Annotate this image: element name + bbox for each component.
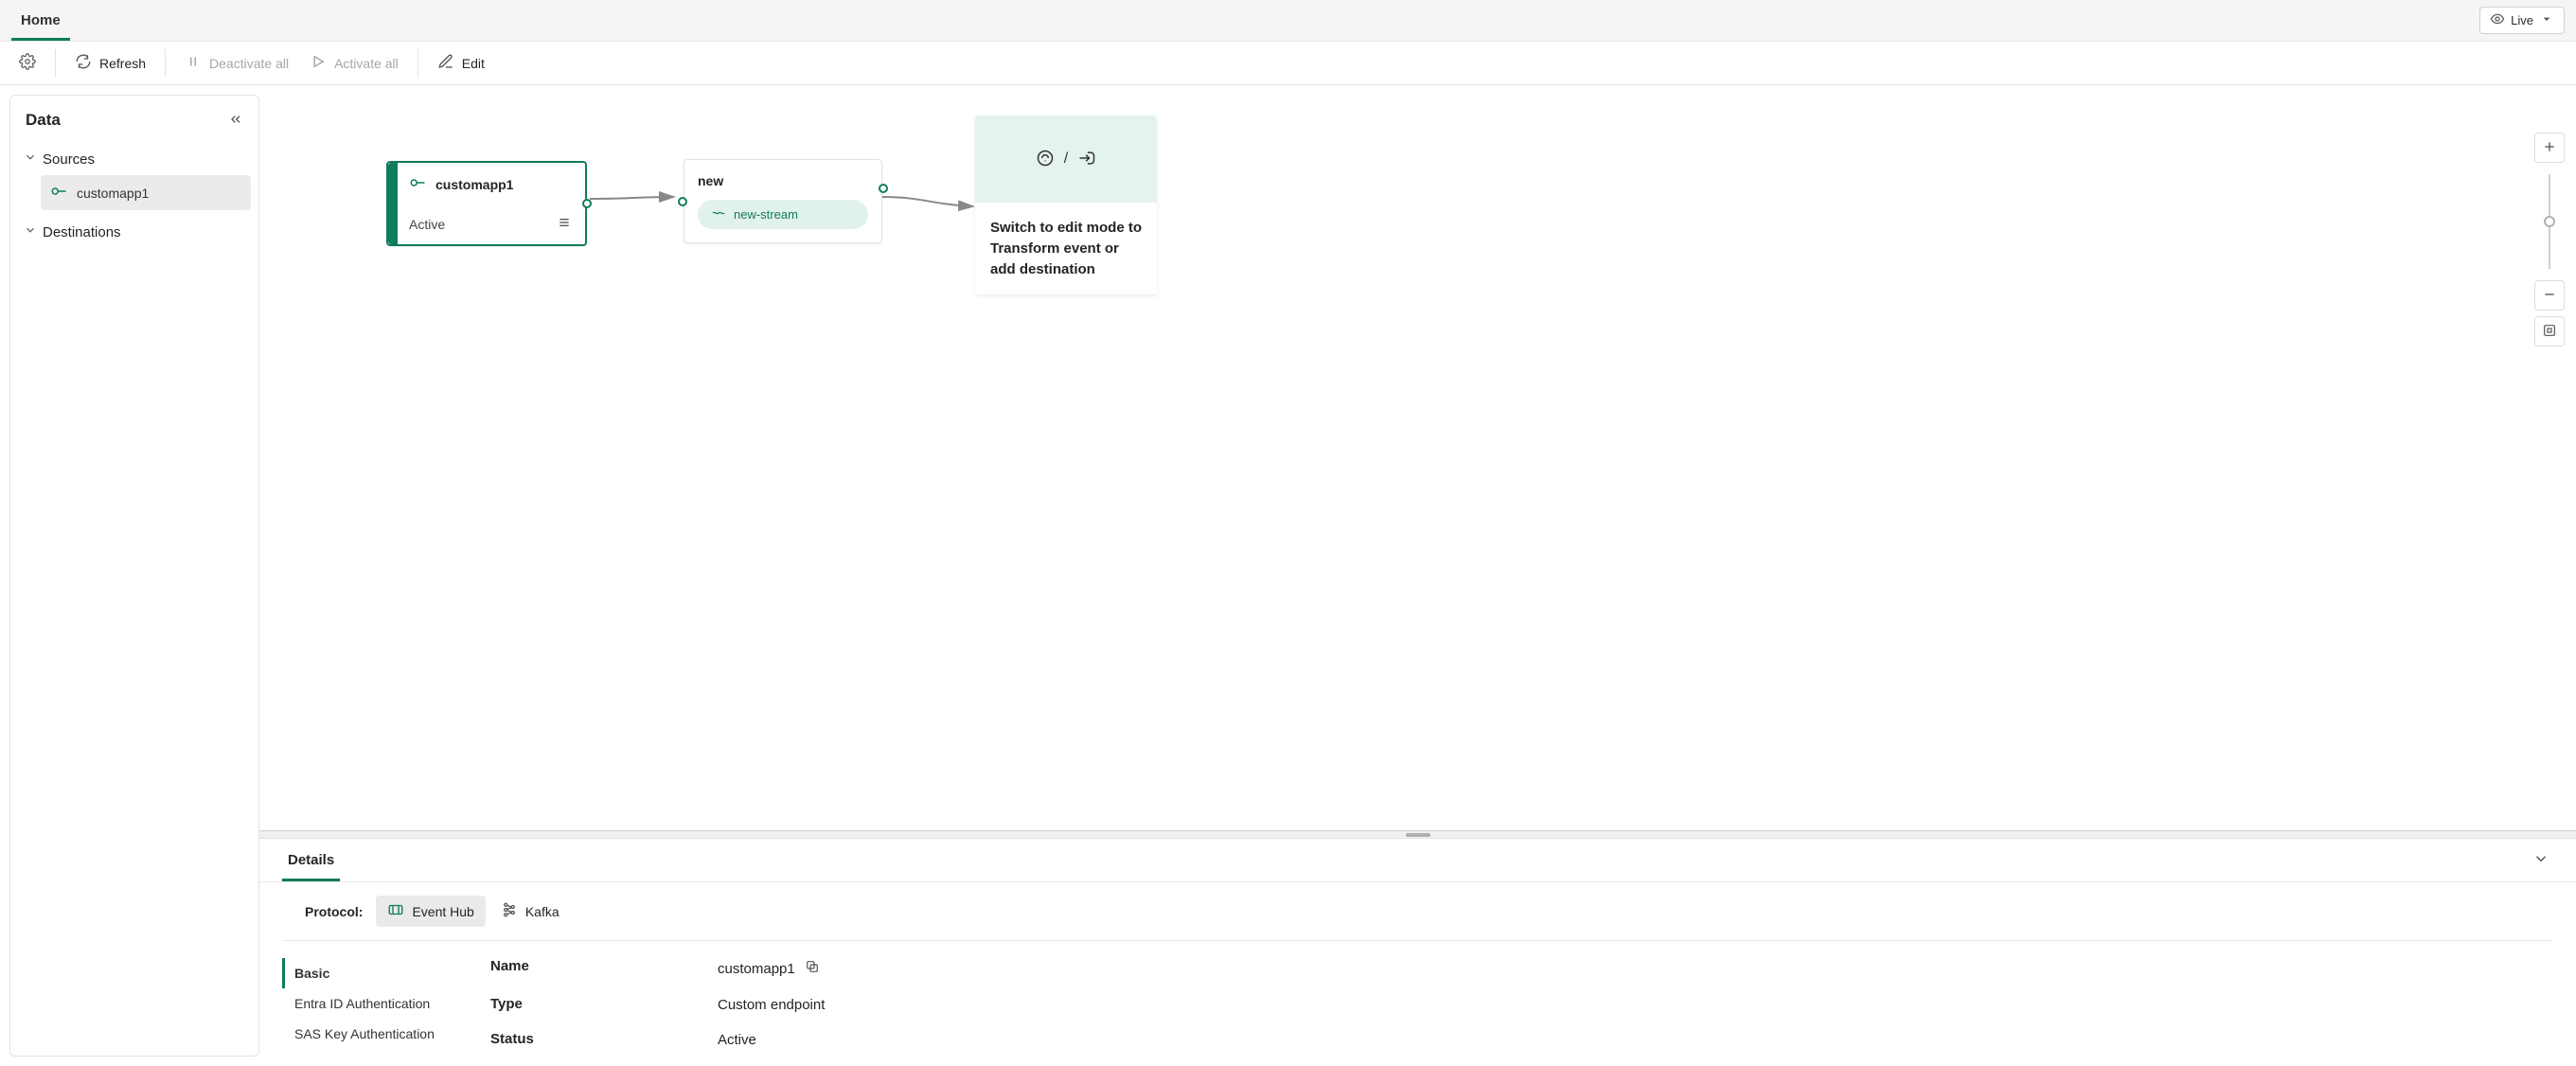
eye-icon bbox=[2490, 11, 2505, 29]
sources-group-header[interactable]: Sources bbox=[18, 143, 251, 175]
destinations-group: Destinations bbox=[18, 216, 251, 248]
edit-button[interactable]: Edit bbox=[428, 47, 494, 79]
refresh-icon bbox=[75, 53, 92, 73]
copy-icon bbox=[805, 959, 820, 978]
activate-all-label: Activate all bbox=[334, 56, 399, 71]
collapse-side-panel-button[interactable] bbox=[228, 112, 243, 130]
source-node[interactable]: customapp1 Active bbox=[386, 161, 587, 246]
zoom-slider[interactable] bbox=[2549, 174, 2550, 269]
source-item-customapp1[interactable]: customapp1 bbox=[41, 175, 251, 210]
pencil-icon bbox=[437, 53, 454, 73]
protocol-kafka-button[interactable]: Kafka bbox=[489, 896, 571, 927]
refresh-label: Refresh bbox=[99, 56, 146, 71]
source-node-status: Active bbox=[409, 217, 445, 232]
stream-pill[interactable]: new-stream bbox=[698, 200, 868, 229]
sources-group: Sources customapp1 bbox=[18, 143, 251, 210]
fit-icon bbox=[2542, 323, 2557, 341]
field-status-label: Status bbox=[490, 1031, 718, 1049]
field-type-value: Custom endpoint bbox=[718, 997, 825, 1013]
tab-home[interactable]: Home bbox=[11, 0, 70, 41]
destination-placeholder-node[interactable]: / Switch to edit mode to Transform event… bbox=[975, 115, 1157, 294]
source-node-title: customapp1 bbox=[435, 177, 513, 192]
placeholder-header: / bbox=[975, 115, 1157, 203]
live-mode-dropdown[interactable]: Live bbox=[2479, 7, 2565, 34]
placeholder-text: Switch to edit mode to Transform event o… bbox=[975, 203, 1157, 294]
field-name-label: Name bbox=[490, 958, 718, 979]
output-destination-icon bbox=[1077, 149, 1096, 170]
separator-label: / bbox=[1064, 151, 1068, 168]
chevron-down-icon bbox=[24, 223, 37, 240]
output-port[interactable] bbox=[879, 184, 888, 193]
stream-node[interactable]: new new-stream bbox=[684, 159, 882, 243]
details-section-sas[interactable]: SAS Key Authentication bbox=[282, 1019, 453, 1049]
details-tab-label: Details bbox=[288, 852, 334, 868]
chevron-down-icon bbox=[2539, 11, 2554, 29]
field-type-label: Type bbox=[490, 996, 718, 1014]
app-tabbar: Home Live bbox=[0, 0, 2576, 42]
protocol-kafka-label: Kafka bbox=[525, 904, 560, 919]
gear-icon bbox=[19, 53, 36, 73]
transform-icon bbox=[1036, 149, 1055, 170]
endpoint-icon bbox=[409, 174, 426, 194]
stream-node-title: new bbox=[698, 173, 868, 188]
settings-button[interactable] bbox=[9, 47, 45, 79]
side-panel-title: Data bbox=[26, 111, 61, 130]
kafka-icon bbox=[501, 901, 518, 921]
details-splitter[interactable] bbox=[259, 830, 2576, 838]
destinations-group-header[interactable]: Destinations bbox=[18, 216, 251, 248]
field-status-value: Active bbox=[718, 1032, 756, 1048]
fit-to-screen-button[interactable] bbox=[2534, 316, 2565, 346]
live-mode-label: Live bbox=[2511, 13, 2533, 27]
protocol-eventhub-button[interactable]: Event Hub bbox=[376, 896, 485, 927]
deactivate-all-button[interactable]: Deactivate all bbox=[175, 47, 298, 79]
destinations-group-label: Destinations bbox=[43, 224, 121, 240]
pause-icon bbox=[185, 53, 202, 73]
field-name-value: customapp1 bbox=[718, 961, 795, 977]
zoom-slider-thumb[interactable] bbox=[2544, 216, 2555, 227]
refresh-button[interactable]: Refresh bbox=[65, 47, 155, 79]
protocol-label: Protocol: bbox=[305, 904, 363, 919]
edit-label: Edit bbox=[462, 56, 485, 71]
minus-icon bbox=[2542, 287, 2557, 305]
eventhub-icon bbox=[387, 901, 404, 921]
canvas-controls bbox=[2534, 133, 2565, 346]
chevron-down-icon bbox=[24, 151, 37, 168]
copy-name-button[interactable] bbox=[805, 959, 820, 978]
details-section-entra[interactable]: Entra ID Authentication bbox=[282, 988, 453, 1019]
protocol-row: Protocol: Event Hub Kafka bbox=[282, 882, 2553, 941]
details-section-entra-label: Entra ID Authentication bbox=[294, 996, 430, 1011]
data-side-panel: Data Sources customapp1 bbox=[9, 95, 259, 1057]
topology-canvas[interactable]: customapp1 Active new bbox=[259, 85, 2576, 830]
details-section-basic-label: Basic bbox=[294, 966, 329, 981]
collapse-details-button[interactable] bbox=[2529, 846, 2553, 874]
details-tab[interactable]: Details bbox=[282, 839, 340, 881]
tab-home-label: Home bbox=[21, 12, 61, 28]
input-port[interactable] bbox=[678, 197, 687, 206]
zoom-out-button[interactable] bbox=[2534, 280, 2565, 311]
stream-name-label: new-stream bbox=[734, 207, 798, 222]
connection-wires bbox=[259, 85, 2576, 830]
menu-icon[interactable] bbox=[557, 215, 572, 233]
chevron-down-icon bbox=[2532, 855, 2549, 870]
details-section-sas-label: SAS Key Authentication bbox=[294, 1026, 435, 1041]
source-item-label: customapp1 bbox=[77, 186, 149, 201]
plus-icon bbox=[2542, 139, 2557, 157]
details-fields: Name customapp1 Type Custom endpoint bbox=[490, 958, 825, 1049]
activate-all-button[interactable]: Activate all bbox=[300, 47, 408, 79]
deactivate-all-label: Deactivate all bbox=[209, 56, 289, 71]
details-sidebar: Basic Entra ID Authentication SAS Key Au… bbox=[282, 958, 453, 1049]
play-icon bbox=[310, 53, 327, 73]
zoom-in-button[interactable] bbox=[2534, 133, 2565, 163]
command-toolbar: Refresh Deactivate all Activate all Edit bbox=[0, 42, 2576, 85]
output-port[interactable] bbox=[582, 199, 592, 208]
endpoint-icon bbox=[50, 183, 67, 203]
sources-group-label: Sources bbox=[43, 151, 95, 168]
details-section-basic[interactable]: Basic bbox=[282, 958, 453, 988]
splitter-handle bbox=[1406, 833, 1430, 837]
stream-icon bbox=[711, 205, 726, 223]
details-panel: Details Protocol: Event Hub bbox=[259, 838, 2576, 1066]
chevron-double-left-icon bbox=[228, 115, 243, 130]
protocol-eventhub-label: Event Hub bbox=[412, 904, 473, 919]
